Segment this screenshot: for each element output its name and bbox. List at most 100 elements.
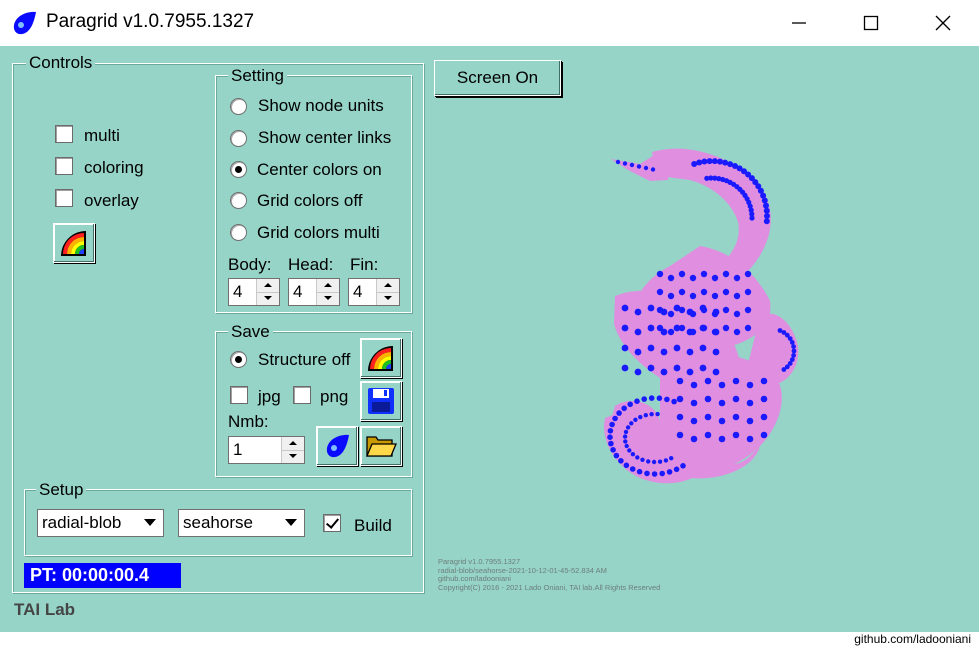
seahorse-dot [760, 377, 768, 385]
seahorse-dot [690, 399, 698, 407]
seahorse-dot [712, 308, 720, 316]
seahorse-dot [689, 292, 697, 300]
seahorse-dot [607, 428, 614, 434]
maximize-icon [863, 15, 879, 31]
seahorse-dot [789, 340, 795, 345]
seahorse-dot [700, 270, 708, 278]
seahorse-dot [616, 410, 622, 416]
seahorse-dot [676, 377, 684, 385]
seahorse-dot [622, 161, 628, 166]
seahorse-dot [656, 270, 664, 278]
seahorse-dot [706, 158, 713, 165]
seahorse-dot [667, 292, 675, 300]
seahorse-dot [764, 213, 770, 219]
seahorse-dot [696, 159, 703, 166]
seahorse-dot [718, 381, 726, 389]
maximize-button[interactable] [835, 0, 907, 46]
seahorse-dot [733, 310, 741, 318]
close-button[interactable] [907, 0, 979, 46]
seahorse-dot [676, 413, 684, 421]
seahorse-dot [629, 466, 636, 472]
seahorse-dot [638, 414, 643, 420]
seahorse-dot [760, 431, 768, 439]
seahorse-dot [622, 434, 628, 439]
seahorse-dot [630, 452, 636, 457]
seahorse-dot [690, 435, 698, 443]
image-info: Paragrid v1.0.7955.1327 radial-blob/seah… [438, 557, 661, 592]
seahorse-dot [647, 364, 655, 372]
client-area: Controls multi coloring overlay Setting … [0, 46, 979, 632]
seahorse-dot [621, 405, 627, 412]
seahorse-dot [651, 471, 658, 477]
seahorse-dot [634, 308, 642, 316]
seahorse-dot [671, 398, 677, 405]
seahorse-dot [763, 218, 770, 225]
seahorse-dot [712, 368, 720, 376]
seahorse-dot [678, 288, 686, 296]
seahorse-dot [640, 457, 645, 462]
seahorse-dot [656, 288, 664, 296]
seahorse-dot [669, 456, 674, 461]
seahorse-dot [791, 344, 796, 349]
seahorse-dot [623, 429, 629, 435]
seahorse-dot [673, 466, 680, 473]
seahorse-dot [627, 401, 633, 408]
seahorse-dot [744, 306, 752, 314]
seahorse-dot [718, 417, 726, 425]
seahorse-dot [761, 197, 768, 204]
seahorse-dot [746, 381, 754, 389]
seahorse-dot [711, 158, 718, 165]
seahorse-dot [746, 435, 754, 443]
seahorse-dot [733, 274, 741, 282]
seahorse-dot [621, 344, 629, 352]
seahorse-dot [749, 215, 755, 221]
seahorse-dot [648, 395, 655, 401]
seahorse-dot [650, 167, 656, 172]
footer-credit: github.com/ladooniani [854, 632, 971, 646]
seahorse-dot [733, 328, 741, 336]
seahorse-dot [718, 435, 726, 443]
seahorse-dot [791, 348, 797, 354]
seahorse-dot [704, 377, 712, 385]
seahorse-dot [618, 458, 624, 464]
info-line: Copyright(C) 2016 - 2021 Lado Oniani, TA… [438, 582, 661, 592]
seahorse-dot [667, 310, 675, 318]
seahorse-dot [722, 306, 730, 314]
seahorse-dot [699, 364, 707, 372]
seahorse-dot [744, 288, 752, 296]
seahorse-dot [666, 469, 673, 475]
seahorse-dot [760, 395, 768, 403]
app-drop-icon [13, 11, 36, 35]
seahorse-dot [649, 412, 654, 417]
seahorse-dot [718, 399, 726, 407]
seahorse-dot [686, 368, 694, 376]
seahorse-dot [633, 417, 638, 422]
seahorse-dot [657, 459, 663, 464]
seahorse-dot [732, 377, 740, 385]
minimize-button[interactable] [763, 0, 835, 46]
seahorse-dot [704, 431, 712, 439]
seahorse-dot [732, 431, 740, 439]
seahorse-dot [690, 417, 698, 425]
seahorse-dot [660, 328, 668, 336]
seahorse-dot [608, 440, 614, 447]
seahorse-dot [624, 443, 629, 449]
seahorse-dot [763, 207, 770, 214]
seahorse-dot [663, 458, 669, 463]
seahorse-dot [612, 415, 618, 422]
seahorse-dot [646, 459, 651, 464]
seahorse-dot [704, 413, 712, 421]
seahorse-dot [615, 159, 621, 165]
title-bar: Paragrid v1.0.7955.1327 [0, 0, 979, 46]
seahorse-dot [634, 398, 640, 405]
seahorse-dot [699, 344, 707, 352]
seahorse-dot [722, 324, 730, 332]
seahorse-dot [634, 348, 642, 356]
seahorse-dot [746, 417, 754, 425]
seahorse-image [604, 148, 799, 484]
seahorse-dot [760, 413, 768, 421]
seahorse-dot [627, 448, 632, 453]
seahorse-dot [673, 344, 681, 352]
seahorse-dot [623, 439, 628, 444]
seahorse-dot [610, 447, 616, 453]
